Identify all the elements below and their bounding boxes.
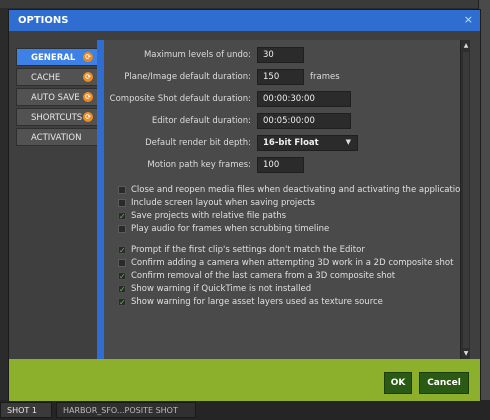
field-label: Motion path key frames:: [147, 160, 251, 170]
checkmark-icon[interactable]: ✓: [118, 246, 126, 255]
editor-duration-input[interactable]: 00:05:00:00: [257, 113, 351, 129]
checkbox-box[interactable]: [118, 186, 126, 194]
scroll-up-icon[interactable]: ▲: [462, 42, 470, 50]
sidebar-item-label: SHORTCUTS: [31, 113, 83, 123]
field-label: Default render bit depth:: [145, 138, 251, 148]
sidebar-item-general[interactable]: GENERAL ⟳: [16, 48, 98, 66]
sidebar-item-activation[interactable]: ACTIVATION: [16, 128, 98, 146]
sidebar-item-label: ACTIVATION: [31, 133, 82, 143]
app-background-top: [0, 0, 490, 8]
refresh-arrow-icon: ⟳: [83, 112, 93, 122]
sidebar-item-label: GENERAL: [31, 53, 76, 63]
checkbox-label: Prompt if the first clip's settings don'…: [131, 245, 365, 255]
dialog-footer: OK Cancel: [9, 359, 480, 401]
checkmark-icon[interactable]: ✓: [118, 298, 126, 307]
ok-button[interactable]: OK: [384, 372, 412, 394]
dialog-titlebar: OPTIONS ×: [9, 10, 480, 31]
field-label: Composite Shot default duration:: [109, 94, 251, 104]
checkbox-label: Confirm removal of the last camera from …: [131, 271, 396, 281]
cancel-button[interactable]: Cancel: [419, 372, 469, 394]
checkbox-box[interactable]: [118, 225, 126, 233]
sidebar-item-shortcuts[interactable]: SHORTCUTS ⟳: [16, 108, 98, 126]
scroll-down-icon[interactable]: ▼: [462, 350, 470, 358]
bit-depth-select[interactable]: 16-bit Float ▼: [257, 135, 358, 151]
motion-path-row: Motion path key frames: 100: [104, 157, 467, 173]
app-tab-composite[interactable]: HARBOR_SFO...POSITE SHOT: [56, 402, 196, 418]
checkbox-label: Confirm adding a camera when attempting …: [131, 258, 454, 268]
checkbox-label: Play audio for frames when scrubbing tim…: [131, 224, 330, 234]
general-settings-panel: Maximum levels of undo: 30 Plane/Image d…: [97, 40, 466, 360]
sidebar-item-auto-save[interactable]: AUTO SAVE ⟳: [16, 88, 98, 106]
composite-duration-input[interactable]: 00:00:30:00: [257, 91, 351, 107]
checkbox-label: Save projects with relative file paths: [131, 211, 287, 221]
sidebar-item-label: AUTO SAVE: [31, 93, 80, 103]
field-label: Editor default duration:: [151, 116, 251, 126]
composite-duration-row: Composite Shot default duration: 00:00:3…: [104, 91, 467, 107]
checkbox-box[interactable]: [118, 259, 126, 267]
app-tab-shot1[interactable]: SHOT 1: [0, 402, 52, 418]
plane-duration-input[interactable]: 150: [257, 69, 304, 85]
scroll-track[interactable]: [463, 52, 469, 348]
motion-path-keyframes-input[interactable]: 100: [257, 157, 304, 173]
refresh-arrow-icon: ⟳: [83, 72, 93, 82]
dialog-title: OPTIONS: [18, 15, 69, 26]
undo-levels-row: Maximum levels of undo: 30: [104, 47, 467, 63]
bit-depth-value: 16-bit Float: [263, 138, 319, 148]
undo-levels-input[interactable]: 30: [257, 47, 304, 63]
options-sidebar: GENERAL ⟳ CACHE ⟳ AUTO SAVE ⟳ SHORTCUTS …: [16, 48, 98, 148]
editor-duration-row: Editor default duration: 00:05:00:00: [104, 113, 467, 129]
checkmark-icon[interactable]: ✓: [118, 285, 126, 294]
checkbox-box[interactable]: [118, 199, 126, 207]
field-label: Plane/Image default duration:: [124, 72, 251, 82]
plane-duration-row: Plane/Image default duration: 150 frames: [104, 69, 467, 85]
checkbox-label: Show warning for large asset layers used…: [131, 297, 383, 307]
frames-unit-label: frames: [310, 72, 340, 82]
sidebar-item-cache[interactable]: CACHE ⟳: [16, 68, 98, 86]
checkbox-label: Include screen layout when saving projec…: [131, 198, 315, 208]
checkbox-label: Show warning if QuickTime is not install…: [131, 284, 312, 294]
sidebar-item-label: CACHE: [31, 73, 61, 83]
panel-scrollbar[interactable]: ▲ ▼: [460, 40, 470, 360]
checkmark-icon[interactable]: ✓: [118, 272, 126, 281]
chevron-down-icon: ▼: [345, 138, 351, 146]
refresh-arrow-icon: ⟳: [83, 52, 93, 62]
checkbox-label: Close and reopen media files when deacti…: [131, 185, 466, 195]
field-label: Maximum levels of undo:: [143, 50, 251, 60]
close-icon[interactable]: ×: [464, 13, 473, 26]
checkmark-icon[interactable]: ✓: [118, 212, 126, 221]
bit-depth-row: Default render bit depth: 16-bit Float ▼: [104, 135, 467, 151]
app-tab-bar: SHOT 1 HARBOR_SFO...POSITE SHOT: [0, 400, 490, 420]
options-dialog: OPTIONS × GENERAL ⟳ CACHE ⟳ AUTO SAVE ⟳ …: [8, 9, 481, 401]
refresh-arrow-icon: ⟳: [83, 92, 93, 102]
